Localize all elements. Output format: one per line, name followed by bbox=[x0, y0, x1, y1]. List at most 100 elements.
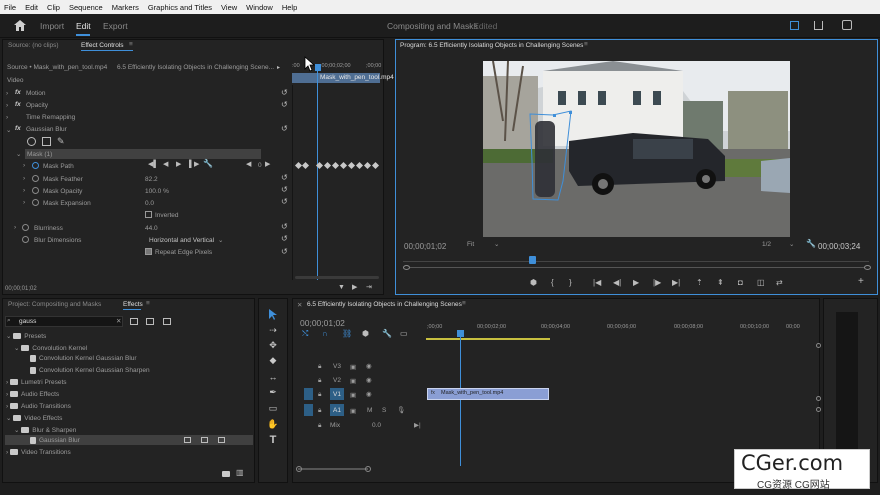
workspace-icon[interactable] bbox=[790, 21, 799, 30]
lift-icon[interactable]: ⇡ bbox=[696, 279, 703, 287]
track-forward-frame-icon[interactable]: ▶ bbox=[176, 161, 181, 169]
mix-value[interactable]: 0.0 bbox=[372, 422, 381, 429]
linked-selection-icon[interactable]: ⛓ bbox=[342, 330, 352, 338]
rectangle-mask-icon[interactable] bbox=[42, 137, 51, 146]
mask-path-expand[interactable]: › bbox=[23, 162, 25, 169]
master-clip-label[interactable]: Source • Mask_with_pen_tool.mp4 bbox=[7, 64, 107, 71]
panel-menu-icon[interactable]: ≡ bbox=[584, 41, 588, 48]
reset-motion-icon[interactable]: ↺ bbox=[281, 89, 288, 97]
track-forward-icon[interactable]: ▌▶ bbox=[189, 161, 199, 169]
accelerated-effects-icon[interactable] bbox=[130, 318, 138, 325]
reset-gaussian-icon[interactable]: ↺ bbox=[281, 125, 288, 133]
program-time-ruler[interactable] bbox=[403, 261, 869, 262]
time-remapping-label[interactable]: Time Remapping bbox=[26, 114, 75, 121]
work-area-bar[interactable] bbox=[426, 338, 550, 340]
source-patch-v1[interactable] bbox=[304, 388, 313, 400]
mask-expand[interactable]: ⌄ bbox=[16, 150, 21, 158]
chevron-down-icon[interactable]: ⌄ bbox=[494, 240, 499, 248]
sequence-clip-label[interactable]: 6.5 Efficiently Isolating Objects in Cha… bbox=[117, 64, 274, 71]
list-item[interactable]: › Lumetri Presets bbox=[6, 379, 67, 386]
go-to-end-icon[interactable]: ▶| bbox=[414, 421, 421, 429]
play-audio-icon[interactable]: ▶ bbox=[352, 284, 357, 292]
mask-expansion-expand[interactable]: › bbox=[23, 199, 25, 206]
zoom-handle-right[interactable] bbox=[365, 466, 371, 472]
new-bin-icon[interactable] bbox=[222, 471, 230, 477]
go-to-out-icon[interactable]: ▶| bbox=[672, 279, 680, 287]
opacity-expand[interactable]: › bbox=[6, 102, 8, 109]
ellipse-mask-icon[interactable] bbox=[27, 137, 36, 146]
resolution-select[interactable]: 1/2 bbox=[762, 241, 771, 248]
snap-icon[interactable]: ∩ bbox=[322, 330, 328, 338]
lock-icon[interactable]: 🔒︎ bbox=[318, 422, 321, 430]
mask-expansion-value[interactable]: 0.0 bbox=[145, 200, 154, 207]
selection-tool-icon[interactable] bbox=[269, 309, 277, 320]
stopwatch-icon[interactable] bbox=[32, 199, 39, 206]
extract-icon[interactable]: ⇞ bbox=[717, 279, 724, 287]
list-item[interactable]: ⌄ Presets bbox=[6, 332, 46, 340]
clear-search-icon[interactable]: ✕ bbox=[116, 317, 121, 325]
list-item[interactable]: Convolution Kernel Gaussian Blur bbox=[30, 355, 137, 362]
reset-mask-opacity-icon[interactable]: ↺ bbox=[281, 186, 288, 194]
sync-lock-icon[interactable]: ▣ bbox=[350, 377, 356, 385]
menu-markers[interactable]: Markers bbox=[112, 3, 139, 12]
source-tab[interactable]: Source: (no clips) bbox=[8, 42, 59, 49]
share-icon[interactable] bbox=[814, 21, 823, 30]
mark-in-icon[interactable]: { bbox=[551, 279, 554, 287]
collapse-arrow-icon[interactable]: ▸ bbox=[277, 64, 280, 72]
step-forward-icon[interactable]: |▶ bbox=[653, 279, 661, 287]
menu-file[interactable]: File bbox=[4, 3, 16, 12]
menu-graphics[interactable]: Graphics and Titles bbox=[148, 3, 212, 12]
trash-icon[interactable]: ▥ bbox=[236, 469, 244, 477]
settings-wrench-icon[interactable]: 🔧 bbox=[382, 330, 392, 338]
eye-icon[interactable]: ◉ bbox=[366, 362, 372, 370]
mark-out-icon[interactable]: } bbox=[569, 279, 572, 287]
rectangle-tool-icon[interactable]: ▭ bbox=[266, 403, 280, 414]
chevron-down-icon[interactable]: ⌄ bbox=[789, 240, 794, 248]
gaussian-blur-label[interactable]: Gaussian Blur bbox=[26, 126, 67, 133]
microphone-icon[interactable]: 🎙︎ bbox=[397, 406, 405, 414]
multicam-icon[interactable]: ⇄ bbox=[776, 279, 783, 287]
chevron-down-icon[interactable]: ⌄ bbox=[218, 236, 223, 244]
play-icon[interactable]: ▶ bbox=[633, 279, 639, 287]
list-item[interactable]: › Video Transitions bbox=[6, 449, 71, 456]
add-marker-icon[interactable]: ⬢ bbox=[530, 279, 537, 287]
zoom-handle-left[interactable] bbox=[296, 466, 302, 472]
project-tab[interactable]: Project: Compositing and Masks bbox=[8, 301, 101, 308]
list-item[interactable]: › Audio Transitions bbox=[6, 403, 71, 410]
tracking-method-icon[interactable]: 🔧 bbox=[203, 160, 213, 168]
blurriness-expand[interactable]: › bbox=[14, 224, 16, 231]
stopwatch-icon[interactable] bbox=[22, 236, 29, 243]
effects-tab[interactable]: Effects bbox=[123, 301, 143, 308]
marker-icon[interactable]: ⬢ bbox=[362, 330, 369, 338]
wrench-icon[interactable]: 🔧 bbox=[806, 240, 816, 248]
zoom-handle-right[interactable] bbox=[864, 265, 871, 270]
camera-icon[interactable]: ◘ bbox=[738, 279, 743, 287]
go-to-in-icon[interactable]: |◀ bbox=[593, 279, 601, 287]
panel-menu-icon[interactable]: ≡ bbox=[462, 300, 466, 307]
track-label-v2[interactable]: V2 bbox=[333, 377, 341, 384]
stopwatch-icon[interactable] bbox=[22, 224, 29, 231]
menu-window[interactable]: Window bbox=[246, 3, 273, 12]
timeline-timecode[interactable]: 00;00;01;02 bbox=[300, 318, 345, 328]
program-timecode[interactable]: 00;00;01;02 bbox=[404, 242, 446, 251]
sync-lock-icon[interactable]: ▣ bbox=[350, 391, 356, 399]
track-label-a1[interactable]: A1 bbox=[333, 407, 341, 414]
eye-icon[interactable]: ◉ bbox=[366, 390, 372, 398]
effect-controls-tab[interactable]: Effect Controls bbox=[81, 42, 124, 49]
reset-opacity-icon[interactable]: ↺ bbox=[281, 101, 288, 109]
stopwatch-icon[interactable] bbox=[32, 175, 39, 182]
prev-keyframe-icon[interactable]: ◀ bbox=[246, 161, 251, 169]
video-frame[interactable] bbox=[483, 61, 790, 237]
motion-expand[interactable]: › bbox=[6, 90, 8, 97]
nest-icon[interactable]: ⤭ bbox=[302, 330, 308, 338]
filter-icon[interactable]: ▼ bbox=[338, 284, 345, 292]
eye-icon[interactable]: ◉ bbox=[366, 376, 372, 384]
step-back-icon[interactable]: ◀| bbox=[613, 279, 621, 287]
sync-lock-icon[interactable]: ▣ bbox=[350, 363, 356, 371]
panel-menu-icon[interactable]: ≡ bbox=[146, 300, 150, 307]
menu-help[interactable]: Help bbox=[282, 3, 297, 12]
mask-feather-value[interactable]: 82.2 bbox=[145, 176, 158, 183]
type-tool-icon[interactable]: T bbox=[266, 434, 280, 446]
track-back-frame-icon[interactable]: ◀ bbox=[163, 161, 168, 169]
pen-mask-icon[interactable]: ✎ bbox=[57, 137, 65, 146]
